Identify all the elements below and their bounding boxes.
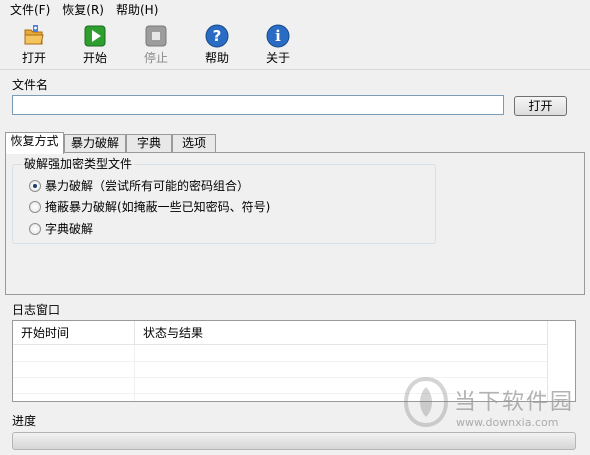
stop-icon <box>145 25 167 47</box>
watermark-url: www.downxia.com <box>456 416 559 429</box>
info-icon: i <box>266 24 290 48</box>
play-icon <box>84 25 106 47</box>
menu-recover[interactable]: 恢复(R) <box>56 0 110 20</box>
log-window-label: 日志窗口 <box>12 303 61 317</box>
radio-dictionary[interactable] <box>29 222 41 235</box>
help-icon: ? <box>205 24 229 48</box>
table-row <box>13 346 548 362</box>
tab-recovery-method[interactable]: 恢复方式 <box>5 132 64 154</box>
stop-button[interactable]: 停止 <box>133 24 179 68</box>
svg-text:?: ? <box>213 27 222 45</box>
file-name-label: 文件名 <box>12 78 49 92</box>
menu-bar: 文件(F) 恢复(R) 帮助(H) <box>0 0 590 20</box>
tab-brute-force[interactable]: 暴力破解 <box>64 134 126 153</box>
browse-open-button[interactable]: 打开 <box>514 96 567 116</box>
start-button-label: 开始 <box>82 51 107 65</box>
toolbar: 打开 开始 停止 ? 帮助 i 关于 <box>0 20 590 70</box>
menu-file[interactable]: 文件(F) <box>4 0 56 20</box>
tab-dictionary[interactable]: 字典 <box>126 134 172 153</box>
column-status-result[interactable]: 状态与结果 <box>135 321 548 345</box>
column-divider <box>134 345 135 401</box>
option-dictionary[interactable]: 字典破解 <box>29 220 93 237</box>
log-header: 开始时间 状态与结果 <box>13 321 548 345</box>
open-button[interactable]: 打开 <box>11 24 57 68</box>
option-dictionary-label: 字典破解 <box>45 222 94 236</box>
help-button-label: 帮助 <box>204 51 229 65</box>
watermark-brand: 当下软件园 <box>454 390 575 415</box>
svg-text:i: i <box>275 27 281 45</box>
start-button[interactable]: 开始 <box>72 24 118 68</box>
table-row <box>13 362 548 378</box>
help-button[interactable]: ? 帮助 <box>194 24 240 68</box>
watermark-logo <box>404 377 448 427</box>
menu-help[interactable]: 帮助(H) <box>110 0 164 20</box>
tab-options[interactable]: 选项 <box>172 134 216 153</box>
about-button-label: 关于 <box>265 51 290 65</box>
open-button-label: 打开 <box>21 51 46 65</box>
encryption-group-label: 破解强加密类型文件 <box>22 157 135 171</box>
column-start-time[interactable]: 开始时间 <box>13 321 135 345</box>
stop-button-label: 停止 <box>143 51 168 65</box>
option-brute-force-label: 暴力破解（尝试所有可能的密码组合） <box>45 179 250 193</box>
option-brute-force[interactable]: 暴力破解（尝试所有可能的密码组合） <box>29 177 249 194</box>
option-mask-attack-label: 掩蔽暴力破解(如掩蔽一些已知密码、符号) <box>45 200 271 214</box>
progress-label: 进度 <box>12 414 37 428</box>
about-button[interactable]: i 关于 <box>255 24 301 68</box>
radio-mask-attack[interactable] <box>29 200 41 213</box>
open-folder-icon <box>24 25 44 45</box>
file-name-input[interactable] <box>12 95 504 115</box>
option-mask-attack[interactable]: 掩蔽暴力破解(如掩蔽一些已知密码、符号) <box>29 198 270 215</box>
radio-brute-force[interactable] <box>29 179 41 192</box>
progress-bar <box>12 432 576 450</box>
